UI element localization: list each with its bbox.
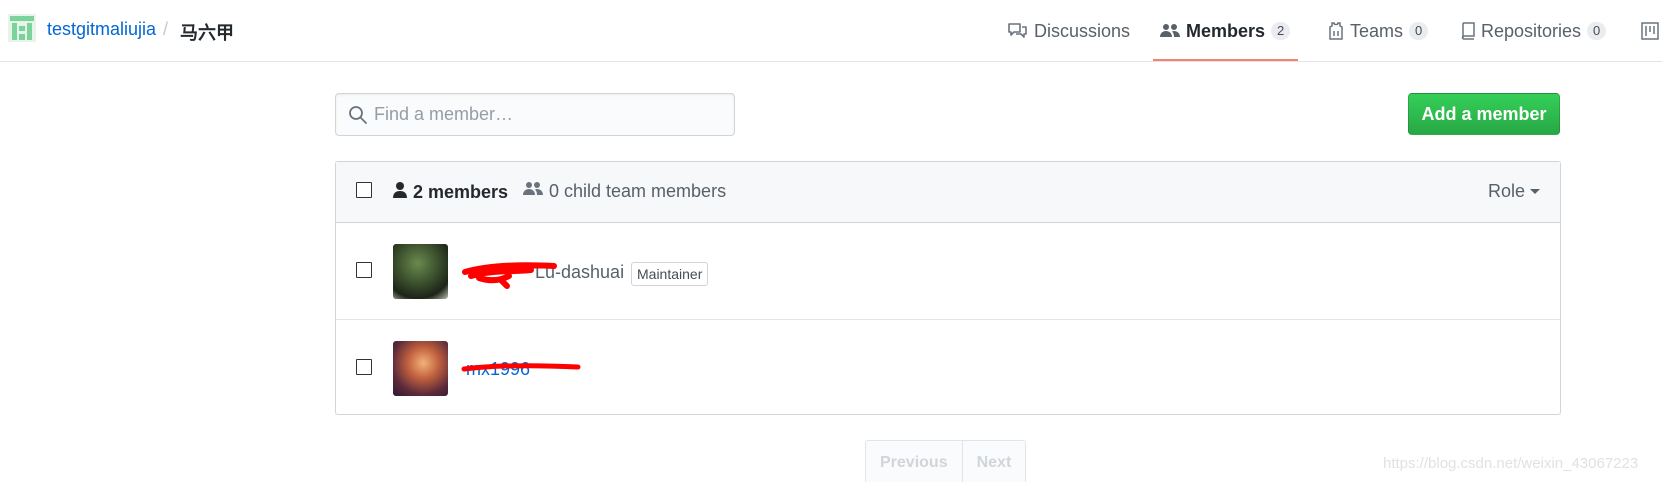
member-checkbox[interactable] xyxy=(356,262,372,278)
caret-down-icon xyxy=(1530,189,1540,194)
team-name[interactable]: 马六甲 xyxy=(180,19,234,45)
tab-label: Repositories xyxy=(1481,20,1582,41)
role-badge: Maintainer xyxy=(631,262,709,286)
person-icon xyxy=(393,181,407,204)
select-all-checkbox[interactable] xyxy=(356,182,372,198)
member-checkbox[interactable] xyxy=(356,359,372,375)
tab-projects[interactable] xyxy=(1641,0,1662,62)
jersey-icon xyxy=(1328,22,1344,40)
role-filter-dropdown[interactable]: Role xyxy=(1488,181,1540,202)
people-icon xyxy=(1160,23,1180,39)
members-count-label: 2 members xyxy=(413,182,509,202)
members-count[interactable]: 2 members xyxy=(393,181,508,204)
tab-label: Discussions xyxy=(1034,20,1131,41)
avatar[interactable] xyxy=(393,341,448,396)
members-list: 2 members 0 child team members Role Lu-d… xyxy=(335,161,1561,415)
role-filter-label: Role xyxy=(1487,181,1525,201)
members-list-header: 2 members 0 child team members Role xyxy=(336,162,1560,223)
tab-repositories[interactable]: Repositories 0 xyxy=(1461,0,1607,62)
comment-discussion-icon xyxy=(1008,22,1028,40)
teams-counter: 0 xyxy=(1409,22,1429,40)
repo-icon xyxy=(1461,22,1475,40)
project-icon xyxy=(1641,22,1659,40)
search-icon xyxy=(348,105,368,130)
next-page-button[interactable]: Next xyxy=(961,441,1026,482)
breadcrumb-separator: / xyxy=(163,19,169,39)
members-counter: 2 xyxy=(1271,22,1291,40)
selected-tab-underline xyxy=(1153,59,1298,61)
org-avatar[interactable] xyxy=(8,14,36,42)
member-row: Lu-dashuai Maintainer xyxy=(336,224,1560,320)
child-team-members-count[interactable]: 0 child team members xyxy=(523,181,726,202)
member-login[interactable]: mx1996 xyxy=(466,359,530,380)
previous-page-button[interactable]: Previous xyxy=(866,441,962,482)
tab-members[interactable]: Members 2 xyxy=(1160,0,1291,62)
repositories-counter: 0 xyxy=(1587,22,1607,40)
avatar[interactable] xyxy=(393,244,448,299)
child-team-members-label: 0 child team members xyxy=(549,181,727,201)
people-icon xyxy=(523,181,543,202)
pagination: Previous Next xyxy=(865,440,1027,482)
tab-teams[interactable]: Teams 0 xyxy=(1328,0,1429,62)
find-member-field[interactable] xyxy=(335,93,735,136)
tab-discussions[interactable]: Discussions xyxy=(1008,0,1130,62)
member-full-name: Lu-dashuai xyxy=(535,262,625,282)
member-row: mx1996 xyxy=(336,321,1560,417)
team-header: testgitmaliujia / 马六甲 Discussions Member… xyxy=(0,0,1662,62)
org-link[interactable]: testgitmaliujia xyxy=(47,19,156,40)
watermark: https://blog.csdn.net/weixin_43067223 xyxy=(1383,455,1639,472)
tab-label: Teams xyxy=(1350,20,1404,41)
tab-label: Members xyxy=(1186,20,1266,41)
find-member-input[interactable] xyxy=(374,94,729,135)
add-member-button[interactable]: Add a member xyxy=(1408,93,1560,135)
